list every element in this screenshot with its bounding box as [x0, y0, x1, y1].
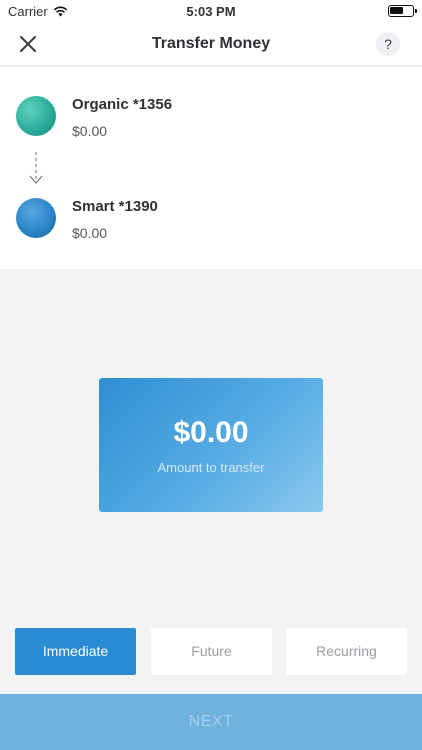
status-time: 5:03 PM — [186, 4, 236, 19]
to-account-name[interactable]: Smart *1390 — [72, 198, 158, 215]
from-account-name[interactable]: Organic *1356 — [72, 96, 172, 113]
status-bar: Carrier 5:03 PM — [0, 0, 422, 22]
nav-bar: Transfer Money ? — [0, 22, 422, 66]
schedule-option-recurring[interactable]: Recurring — [286, 628, 407, 675]
schedule-option-future[interactable]: Future — [151, 628, 272, 675]
help-button[interactable]: ? — [376, 32, 400, 56]
amount-value: $0.00 — [173, 416, 249, 449]
page-title: Transfer Money — [151, 35, 271, 52]
next-button[interactable]: NEXT — [0, 694, 422, 750]
to-account-balance: $0.00 — [72, 225, 108, 241]
from-account-avatar[interactable] — [16, 96, 56, 136]
arrow-down-icon — [29, 152, 43, 184]
battery-level — [390, 7, 403, 14]
schedule-option-immediate[interactable]: Immediate — [15, 628, 136, 675]
account-selector: Organic *1356 $0.00 Smart *1390 $0.00 — [0, 67, 422, 269]
amount-caption: Amount to transfer — [157, 460, 265, 475]
schedule-segmented-control: Immediate Future Recurring — [15, 628, 407, 675]
battery-icon — [388, 5, 417, 17]
amount-input-card[interactable]: $0.00 Amount to transfer — [99, 378, 323, 512]
from-account-balance: $0.00 — [72, 123, 108, 139]
to-account-avatar[interactable] — [16, 198, 56, 238]
